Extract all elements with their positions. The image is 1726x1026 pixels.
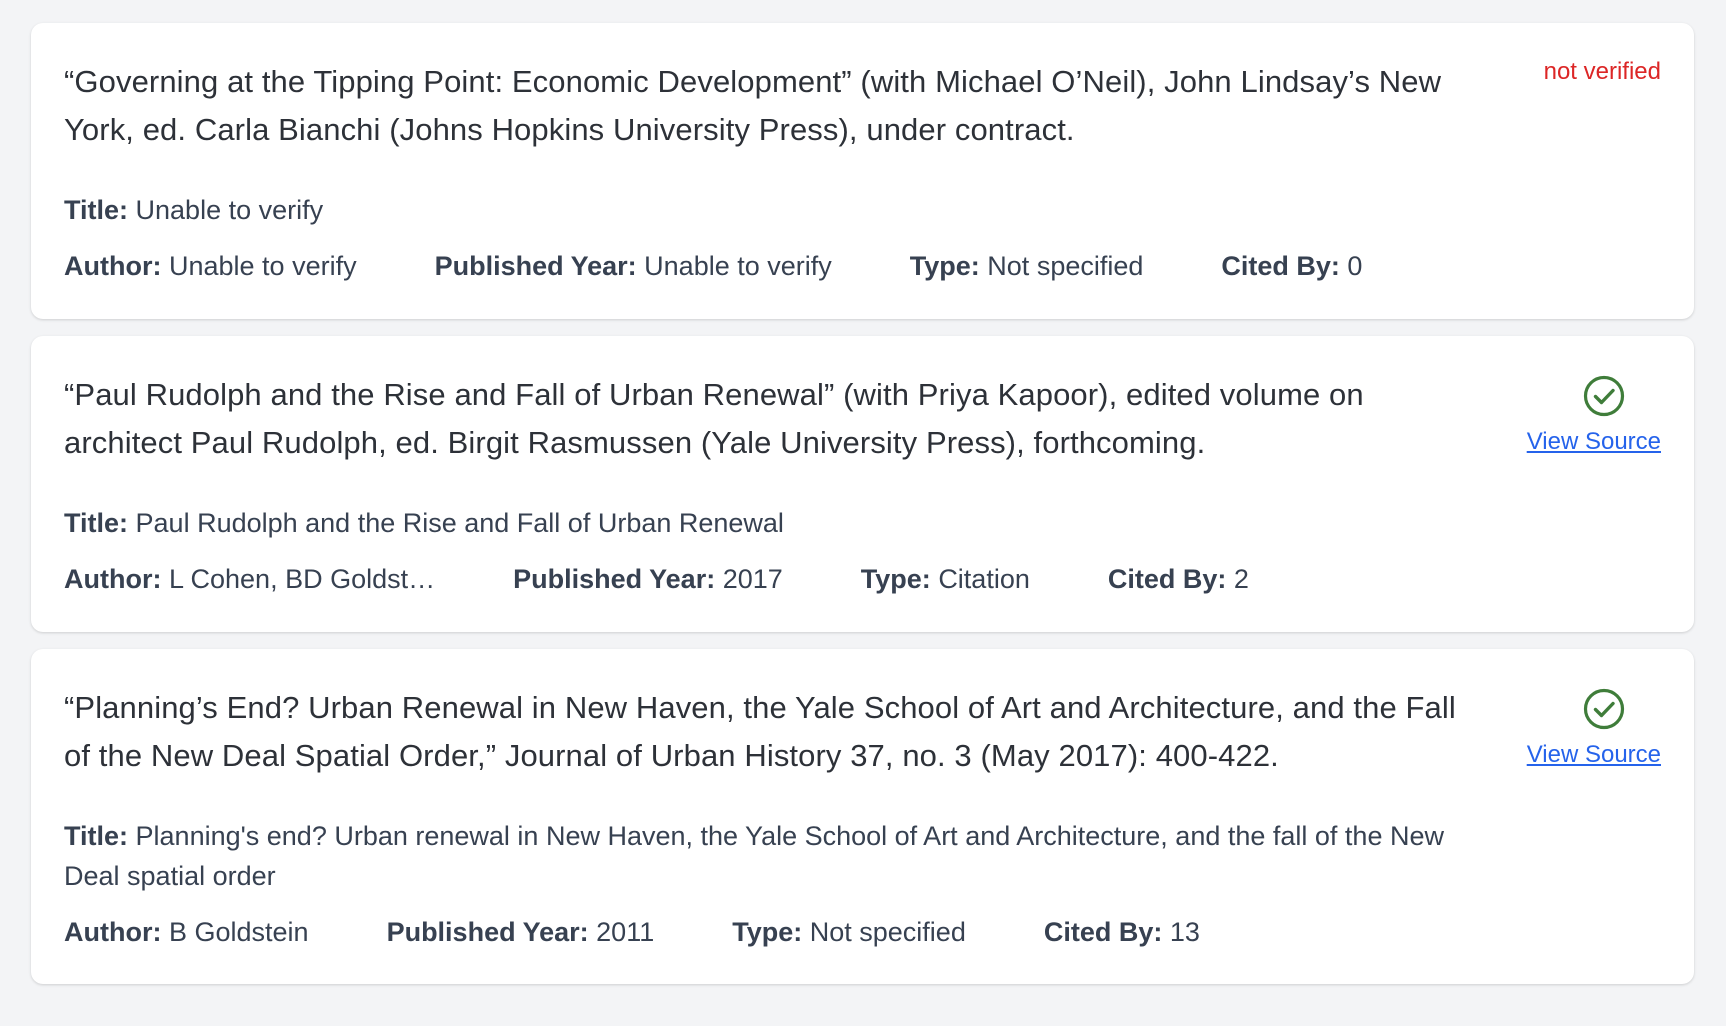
- title-label: Title:: [64, 508, 129, 538]
- metadata-row: Author: L Cohen, BD Goldst… Published Ye…: [64, 559, 1661, 599]
- citation-list: “Governing at the Tipping Point: Economi…: [31, 23, 1694, 1001]
- check-circle-icon: [1583, 688, 1625, 730]
- status-area: View Source: [1527, 368, 1661, 459]
- cited-by-value: 13: [1169, 917, 1200, 947]
- title-field: Title: Unable to verify: [64, 190, 1484, 230]
- cited-by-value: 0: [1347, 251, 1363, 281]
- author-field: Author: L Cohen, BD Goldst…: [64, 559, 435, 599]
- status-area: not verified: [1544, 55, 1661, 89]
- published-year-value: 2017: [722, 564, 783, 594]
- title-value: Paul Rudolph and the Rise and Fall of Ur…: [135, 508, 784, 538]
- check-circle-icon: [1583, 375, 1625, 417]
- author-field: Author: Unable to verify: [64, 246, 357, 286]
- cited-by-label: Cited By:: [1043, 917, 1163, 947]
- published-year-value: Unable to verify: [644, 251, 832, 281]
- type-field: Type: Not specified: [732, 912, 966, 952]
- cited-by-field: Cited By: 13: [1044, 912, 1200, 952]
- view-source-link[interactable]: View Source: [1527, 425, 1661, 459]
- title-label: Title:: [64, 821, 129, 851]
- type-field: Type: Citation: [861, 559, 1030, 599]
- metadata-row: Author: B Goldstein Published Year: 2011…: [64, 912, 1661, 952]
- type-field: Type: Not specified: [910, 246, 1144, 286]
- citation-card: “Governing at the Tipping Point: Economi…: [31, 23, 1694, 319]
- title-label: Title:: [64, 195, 129, 225]
- author-label: Author:: [64, 251, 162, 281]
- author-value: B Goldstein: [168, 917, 309, 947]
- author-value: Unable to verify: [168, 251, 357, 281]
- title-value: Unable to verify: [135, 195, 324, 225]
- cited-by-label: Cited By:: [1221, 251, 1340, 281]
- citation-card: “Planning’s End? Urban Renewal in New Ha…: [31, 649, 1694, 984]
- published-year-field: Published Year: 2011: [387, 912, 655, 952]
- published-year-field: Published Year: 2017: [513, 559, 783, 599]
- view-source-link[interactable]: View Source: [1527, 738, 1661, 772]
- type-value: Not specified: [987, 251, 1144, 281]
- author-label: Author:: [64, 564, 162, 594]
- type-label: Type:: [860, 564, 931, 594]
- cited-by-value: 2: [1233, 564, 1249, 594]
- type-value: Not specified: [809, 917, 966, 947]
- published-year-field: Published Year: Unable to verify: [435, 246, 832, 286]
- published-year-label: Published Year:: [434, 251, 637, 281]
- cited-by-field: Cited By: 2: [1108, 559, 1249, 599]
- type-label: Type:: [732, 917, 803, 947]
- citation-card: “Paul Rudolph and the Rise and Fall of U…: [31, 336, 1694, 632]
- title-field: Title: Paul Rudolph and the Rise and Fal…: [64, 503, 1484, 543]
- cited-by-label: Cited By:: [1107, 564, 1227, 594]
- metadata-row: Author: Unable to verify Published Year:…: [64, 246, 1661, 286]
- citation-text: “Paul Rudolph and the Rise and Fall of U…: [64, 377, 1364, 460]
- author-label: Author:: [64, 917, 162, 947]
- status-area: View Source: [1527, 681, 1661, 772]
- author-value: L Cohen, BD Goldst…: [168, 564, 436, 594]
- citation-text: “Planning’s End? Urban Renewal in New Ha…: [64, 690, 1456, 773]
- type-label: Type:: [909, 251, 980, 281]
- published-year-value: 2011: [596, 917, 655, 947]
- cited-by-field: Cited By: 0: [1221, 246, 1362, 286]
- published-year-label: Published Year:: [386, 917, 589, 947]
- type-value: Citation: [938, 564, 1030, 594]
- author-field: Author: B Goldstein: [64, 912, 309, 952]
- citation-text: “Governing at the Tipping Point: Economi…: [64, 64, 1442, 147]
- not-verified-status: not verified: [1543, 58, 1661, 85]
- title-field: Title: Planning's end? Urban renewal in …: [64, 816, 1484, 896]
- title-value: Planning's end? Urban renewal in New Hav…: [64, 821, 1444, 891]
- published-year-label: Published Year:: [513, 564, 716, 594]
